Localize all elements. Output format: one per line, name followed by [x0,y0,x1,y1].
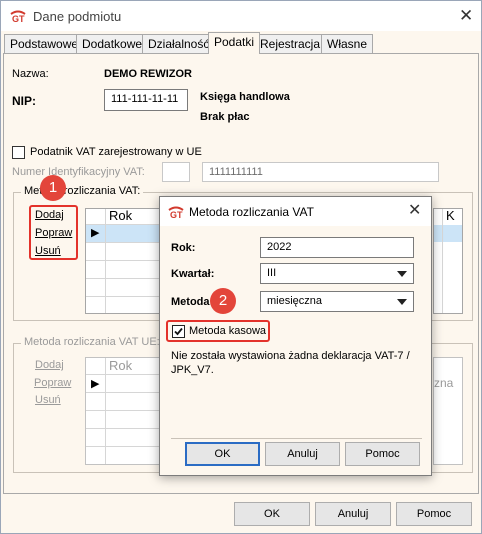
close-icon[interactable]: ✕ [459,7,473,24]
tab-podatki[interactable]: Podatki [208,32,261,54]
quarter-select-value: III [267,267,277,279]
cash-method-checkbox[interactable] [172,325,185,338]
cancel-button[interactable]: Anuluj [315,502,391,526]
chevron-down-icon [397,299,407,305]
vat-id-prefix-input[interactable] [162,162,190,182]
vat-edit-link[interactable]: Popraw [35,227,72,239]
vat-ue-col-year: Rok [109,358,133,373]
tab-wlasne[interactable]: Własne [321,34,374,53]
step-badge-1: 1 [40,175,66,201]
title-bar: GT Dane podmiotu ✕ [1,1,481,31]
dialog-help-button[interactable]: Pomoc [345,442,420,466]
tab-rejestracja[interactable]: Rejestracja [254,34,327,53]
chevron-down-icon [397,271,407,277]
year-label: Rok: [171,242,196,254]
vat-method-selected-row-right[interactable] [434,225,462,242]
ok-button[interactable]: OK [234,502,310,526]
declaration-info-text: Nie została wystawiona żadna deklaracja … [171,350,410,376]
grid-line [105,358,106,464]
vat-ue-method-grid-right[interactable] [433,357,463,465]
grid-line [442,209,443,313]
tab-dzialalnosc[interactable]: Działalność [142,34,216,53]
row-pointer-icon: ▶ [91,378,100,390]
grid-line [105,209,106,313]
year-input[interactable]: 2022 [260,237,414,258]
dialog-divider [171,438,422,439]
tab-dodatkowe[interactable]: Dodatkowe [76,34,149,53]
payroll-status: Brak płac [200,111,250,123]
vat-ue-checkbox-label: Podatnik VAT zarejestrowany w UE [30,146,202,158]
method-select[interactable]: miesięczna [260,291,414,312]
vat-col-year: Rok [109,208,133,223]
vat-add-link[interactable]: Dodaj [35,209,64,221]
vat-ue-method-group-title: Metoda rozliczania VAT UE: [21,336,163,348]
vat-ue-checkbox[interactable] [12,146,25,159]
dialog-cancel-button[interactable]: Anuluj [265,442,340,466]
dialog-ok-button[interactable]: OK [185,442,260,466]
vat-delete-link[interactable]: Usuń [35,245,61,257]
method-label: Metoda: [171,296,214,308]
vat-ue-col-tail: zna [434,376,454,390]
vat-ue-delete-link[interactable]: Usuń [35,394,61,406]
vat-method-grid-right[interactable] [433,208,463,314]
vat-id-input[interactable]: 1111111111 [202,162,439,182]
step-badge-2: 2 [210,288,236,314]
help-button[interactable]: Pomoc [396,502,472,526]
tab-podstawowe[interactable]: Podstawowe [4,34,85,53]
svg-text:GT: GT [170,210,183,219]
quarter-select[interactable]: III [260,263,414,284]
svg-text:GT: GT [12,14,25,23]
name-label: Nazwa: [12,68,49,80]
app-logo-icon: GT [10,10,26,23]
cash-method-label: Metoda kasowa [189,325,267,337]
dialog-logo-icon: GT [168,206,184,219]
dialog-close-icon[interactable]: ✕ [408,203,421,219]
ledger-type: Księga handlowa [200,91,290,103]
checkmark-icon [174,327,183,336]
vat-ue-add-link[interactable]: Dodaj [35,359,64,371]
nip-input[interactable]: 111-111-11-11 [104,89,188,111]
vat-id-label: Numer Identyfikacyjny VAT: [12,166,145,178]
quarter-label: Kwartał: [171,268,215,280]
name-value: DEMO REWIZOR [104,68,192,80]
vat-col-k: K [446,208,455,223]
nip-label: NIP: [12,94,36,108]
vat-ue-edit-link[interactable]: Popraw [34,377,71,389]
row-pointer-icon: ▶ [91,227,100,239]
vat-method-dialog: GT Metoda rozliczania VAT ✕ Rok: 2022 Kw… [159,196,432,476]
window-title: Dane podmiotu [33,9,122,24]
dialog-title: Metoda rozliczania VAT [189,205,314,219]
method-select-value: miesięczna [267,295,323,307]
